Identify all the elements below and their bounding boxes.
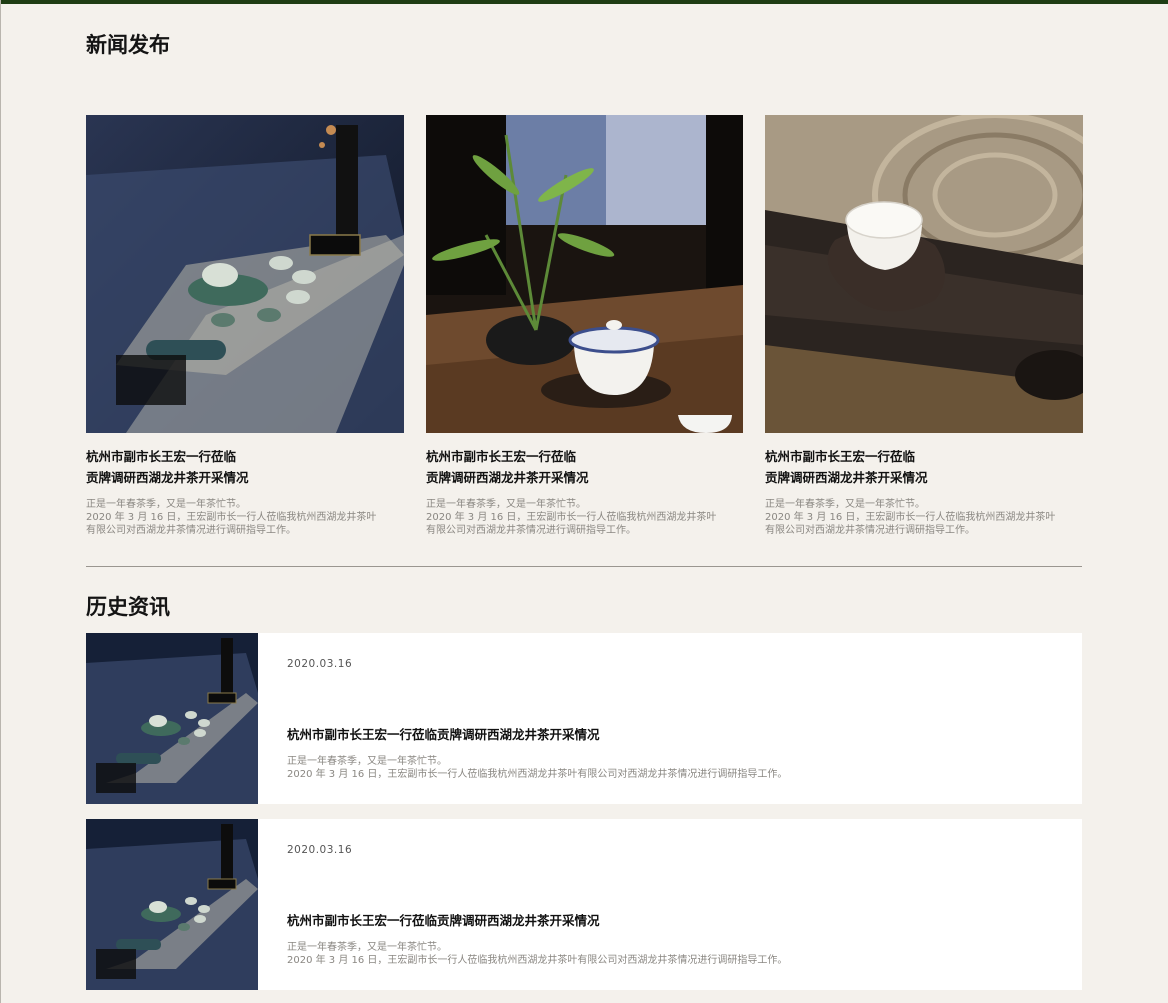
history-item-title[interactable]: 杭州市副市长王宏一行莅临贡牌调研西湖龙井茶开采情况: [287, 910, 600, 929]
news-card[interactable]: 杭州市副市长王宏一行莅临 贡牌调研西湖龙井茶开采情况 正是一年春茶季，又是一年茶…: [426, 115, 743, 537]
news-section-title: 新闻发布: [86, 32, 170, 57]
news-card-description: 正是一年春茶季，又是一年茶忙节。 2020 年 3 月 16 日，王宏副市长一行…: [426, 499, 717, 536]
left-edge-line: [0, 0, 1, 1003]
history-item-thumbnail[interactable]: [86, 819, 258, 990]
news-card-description: 正是一年春茶季，又是一年茶忙节。 2020 年 3 月 16 日，王宏副市长一行…: [765, 499, 1056, 536]
news-card[interactable]: 杭州市副市长王宏一行莅临 贡牌调研西湖龙井茶开采情况 正是一年春茶季，又是一年茶…: [765, 115, 1083, 537]
gaiwan-with-bamboo-image[interactable]: [426, 115, 743, 433]
news-card[interactable]: 杭州市副市长王宏一行莅临 贡牌调研西湖龙井茶开采情况 正是一年春茶季，又是一年茶…: [86, 115, 404, 537]
history-list-item[interactable]: 2020.03.16 杭州市副市长王宏一行莅临贡牌调研西湖龙井茶开采情况 正是一…: [86, 633, 1082, 804]
news-card-title[interactable]: 杭州市副市长王宏一行莅临 贡牌调研西湖龙井茶开采情况: [765, 446, 1083, 488]
teacup-on-dark-wood-image[interactable]: [765, 115, 1083, 433]
history-item-date: 2020.03.16: [287, 844, 353, 856]
history-item-thumbnail[interactable]: [86, 633, 258, 804]
top-accent-bar: [0, 0, 1168, 4]
history-item-date: 2020.03.16: [287, 658, 353, 670]
history-list-item[interactable]: 2020.03.16 杭州市副市长王宏一行莅临贡牌调研西湖龙井茶开采情况 正是一…: [86, 819, 1082, 990]
history-item-description: 正是一年春茶季，又是一年茶忙节。 2020 年 3 月 16 日，王宏副市长一行…: [287, 942, 788, 966]
history-item-title[interactable]: 杭州市副市长王宏一行莅临贡牌调研西湖龙井茶开采情况: [287, 724, 600, 743]
tea-set-on-blue-cloth-image[interactable]: [86, 115, 404, 433]
news-card-description: 正是一年春茶季，又是一年茶忙节。 2020 年 3 月 16 日，王宏副市长一行…: [86, 499, 377, 536]
news-card-title[interactable]: 杭州市副市长王宏一行莅临 贡牌调研西湖龙井茶开采情况: [86, 446, 404, 488]
history-section-title: 历史资讯: [86, 594, 170, 619]
news-card-title[interactable]: 杭州市副市长王宏一行莅临 贡牌调研西湖龙井茶开采情况: [426, 446, 743, 488]
history-item-description: 正是一年春茶季，又是一年茶忙节。 2020 年 3 月 16 日，王宏副市长一行…: [287, 756, 788, 780]
section-divider: [86, 566, 1082, 567]
